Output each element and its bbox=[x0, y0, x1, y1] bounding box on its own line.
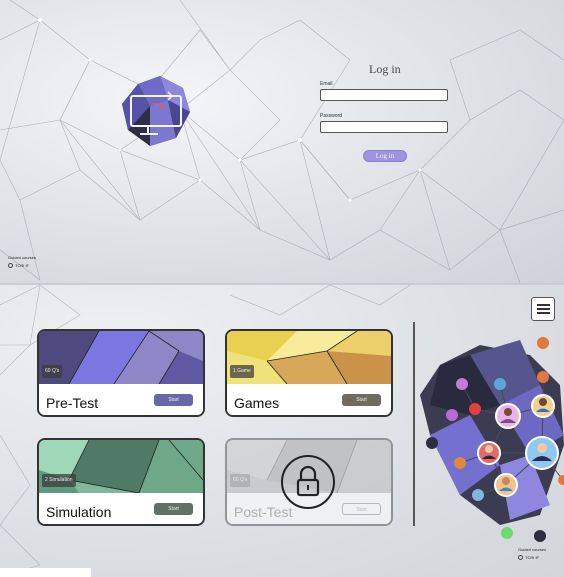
brand-logo-icon bbox=[518, 555, 523, 560]
card-title: Games bbox=[234, 395, 280, 411]
brand-name: TCRI IF bbox=[525, 555, 539, 560]
login-title: Log in bbox=[369, 62, 401, 76]
card-simulation[interactable]: 2 Simulation Simulation Start bbox=[37, 438, 205, 526]
email-field[interactable] bbox=[320, 89, 448, 101]
network-avatars-icon bbox=[420, 337, 564, 542]
start-button: Start bbox=[342, 503, 381, 515]
question-count-badge: 60 Q's bbox=[230, 474, 251, 487]
password-label: Password bbox=[320, 113, 342, 119]
password-field[interactable] bbox=[320, 121, 448, 133]
card-footer: Simulation Start bbox=[39, 493, 203, 524]
lock-icon bbox=[281, 455, 335, 509]
game-count-badge: 1 Game bbox=[230, 365, 254, 378]
email-label: Email bbox=[320, 81, 333, 87]
vertical-divider bbox=[413, 322, 415, 526]
card-title: Simulation bbox=[46, 504, 112, 520]
network-mesh-background bbox=[0, 0, 564, 283]
card-games[interactable]: 1 Game Games Start bbox=[225, 329, 393, 417]
start-button[interactable]: Start bbox=[154, 503, 193, 515]
card-footer: Games Start bbox=[227, 384, 391, 415]
bottom-strip bbox=[0, 568, 91, 577]
brand-name: TCRI IF bbox=[15, 263, 29, 268]
card-art bbox=[39, 331, 203, 384]
card-footer: Pre-Test Start bbox=[39, 384, 203, 415]
brand-tagline: Guided courses bbox=[518, 547, 547, 552]
brand-logo-icon bbox=[8, 263, 13, 268]
simulation-count-badge: 2 Simulation bbox=[42, 474, 76, 487]
card-pre-test[interactable]: 60 Q's Pre-Test Start bbox=[37, 329, 205, 417]
login-button[interactable]: Log in bbox=[363, 150, 407, 162]
card-title: Pre-Test bbox=[46, 395, 99, 411]
monitor-logo-icon bbox=[122, 76, 190, 146]
login-screen: Log in Email Password Log in Guided cour… bbox=[0, 0, 564, 283]
start-button[interactable]: Start bbox=[342, 394, 381, 406]
hamburger-menu-icon[interactable] bbox=[531, 297, 555, 321]
question-count-badge: 60 Q's bbox=[42, 365, 63, 378]
brand-tagline: Guided courses bbox=[8, 255, 37, 260]
start-button[interactable]: Start bbox=[154, 394, 193, 406]
